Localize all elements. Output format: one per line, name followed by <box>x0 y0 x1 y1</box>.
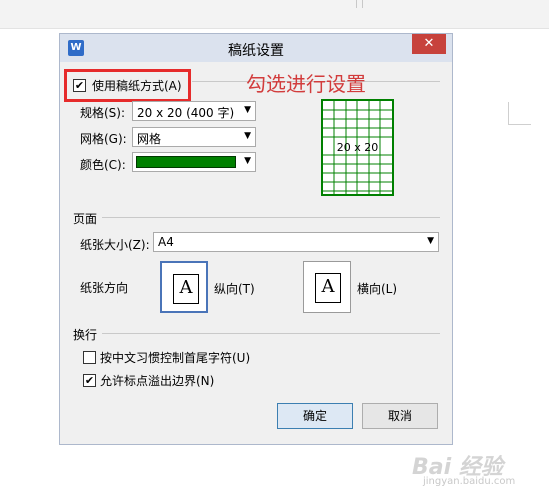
portrait-page-icon: A <box>173 274 199 304</box>
spec-select[interactable]: 20 x 20 (400 字) ▼ <box>132 101 256 121</box>
group-divider <box>102 217 440 218</box>
dialog-titlebar[interactable]: W 稿纸设置 ✕ <box>60 34 452 62</box>
color-label: 颜色(C): <box>80 158 126 172</box>
watermark-url: jingyan.baidu.com <box>423 476 516 487</box>
group-divider <box>102 333 440 334</box>
chevron-down-icon: ▼ <box>427 236 434 246</box>
ribbon-divider <box>356 0 357 8</box>
spec-value: 20 x 20 (400 字) <box>137 106 235 120</box>
paper-size-value: A4 <box>158 235 174 249</box>
portrait-option[interactable]: A <box>160 261 208 313</box>
landscape-page-icon: A <box>315 273 341 303</box>
cancel-button[interactable]: 取消 <box>362 403 438 429</box>
orientation-label: 纸张方向 <box>80 281 129 295</box>
paper-size-select[interactable]: A4 ▼ <box>153 232 439 252</box>
background-ribbon <box>0 0 549 29</box>
chevron-down-icon: ▼ <box>244 105 251 115</box>
annotation-text: 勾选进行设置 <box>246 72 366 96</box>
color-select[interactable]: ▼ <box>132 152 256 172</box>
highlight-box <box>64 69 191 102</box>
chevron-down-icon: ▼ <box>244 131 251 141</box>
dialog-title: 稿纸设置 <box>228 43 284 59</box>
grid-value: 网格 <box>137 132 162 146</box>
portrait-label[interactable]: 纵向(T) <box>214 280 255 297</box>
wrap-group-title: 换行 <box>73 328 98 342</box>
paper-size-label: 纸张大小(Z): <box>80 238 150 252</box>
page-group-title: 页面 <box>73 212 98 226</box>
grid-label: 网格(G): <box>80 132 127 146</box>
landscape-option[interactable]: A <box>303 261 351 313</box>
grid-select[interactable]: 网格 ▼ <box>132 127 256 147</box>
ok-button[interactable]: 确定 <box>277 403 353 429</box>
punctuation-overflow-label[interactable]: 允许标点溢出边界(N) <box>100 372 214 389</box>
grid-preview-caption: 20 x 20 <box>336 141 379 154</box>
ribbon-divider <box>362 0 363 8</box>
punctuation-overflow-checkbox[interactable]: ✔ <box>83 374 96 387</box>
chevron-down-icon: ▼ <box>244 156 251 166</box>
landscape-label[interactable]: 横向(L) <box>357 280 397 297</box>
chinese-line-break-label[interactable]: 按中文习惯控制首尾字符(U) <box>100 349 250 366</box>
close-icon[interactable]: ✕ <box>412 34 446 54</box>
color-swatch <box>136 156 236 168</box>
spec-label: 规格(S): <box>80 106 126 120</box>
chinese-line-break-checkbox[interactable] <box>83 351 96 364</box>
grid-preview: 20 x 20 <box>321 99 394 196</box>
document-margin-marker <box>508 102 531 125</box>
